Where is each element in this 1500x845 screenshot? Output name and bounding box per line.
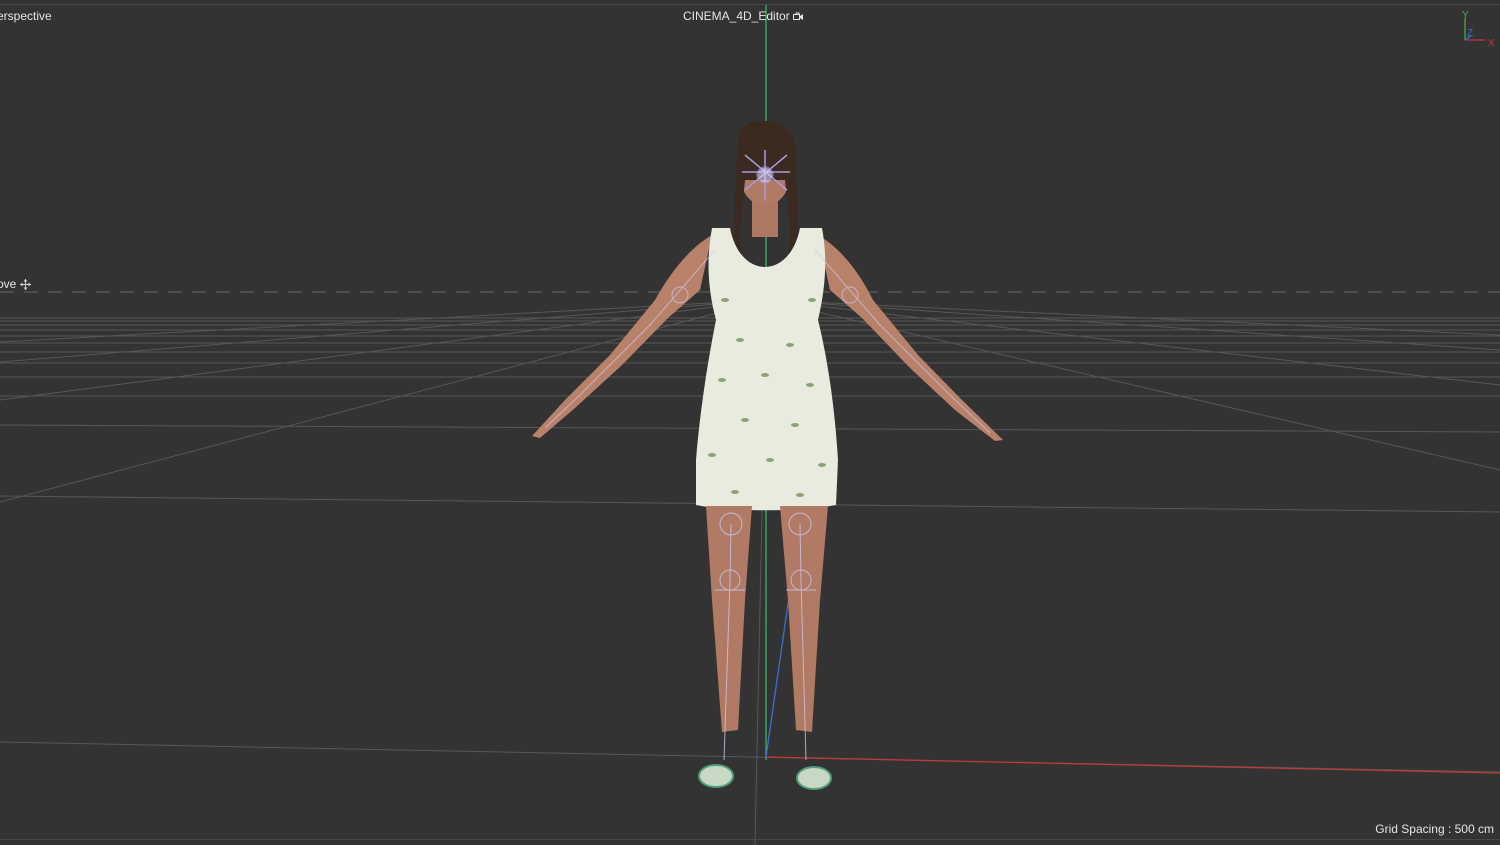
- camera-name: CINEMA_4D_Editor: [683, 9, 790, 23]
- gizmo-y-label: Y: [1462, 10, 1469, 21]
- right-foot: [796, 766, 832, 790]
- camera-label[interactable]: CINEMA_4D_Editor: [683, 9, 803, 23]
- gizmo-z-label: Z: [1467, 28, 1473, 39]
- move-icon: [20, 278, 32, 290]
- axis-gizmo[interactable]: Y Z X: [1455, 8, 1497, 50]
- viewport-view-name[interactable]: erspective: [0, 9, 52, 23]
- left-foot: [698, 764, 734, 788]
- active-tool-label: ove: [0, 277, 32, 291]
- viewport-scene[interactable]: [0, 0, 1500, 845]
- z-axis-line: [765, 589, 791, 758]
- viewport-bottom-border: [0, 839, 1500, 840]
- dress: [696, 228, 838, 511]
- right-arm: [818, 235, 1003, 441]
- x-axis-line: [765, 756, 1500, 774]
- character-model[interactable]: [532, 120, 1003, 790]
- camera-lock-icon[interactable]: [792, 12, 803, 21]
- gizmo-x-label: X: [1488, 38, 1495, 49]
- tool-name: ove: [0, 277, 17, 291]
- editor-viewport[interactable]: erspective CINEMA_4D_Editor ove Y Z X Gr…: [0, 0, 1500, 845]
- grid-spacing-label: Grid Spacing : 500 cm: [1375, 822, 1494, 836]
